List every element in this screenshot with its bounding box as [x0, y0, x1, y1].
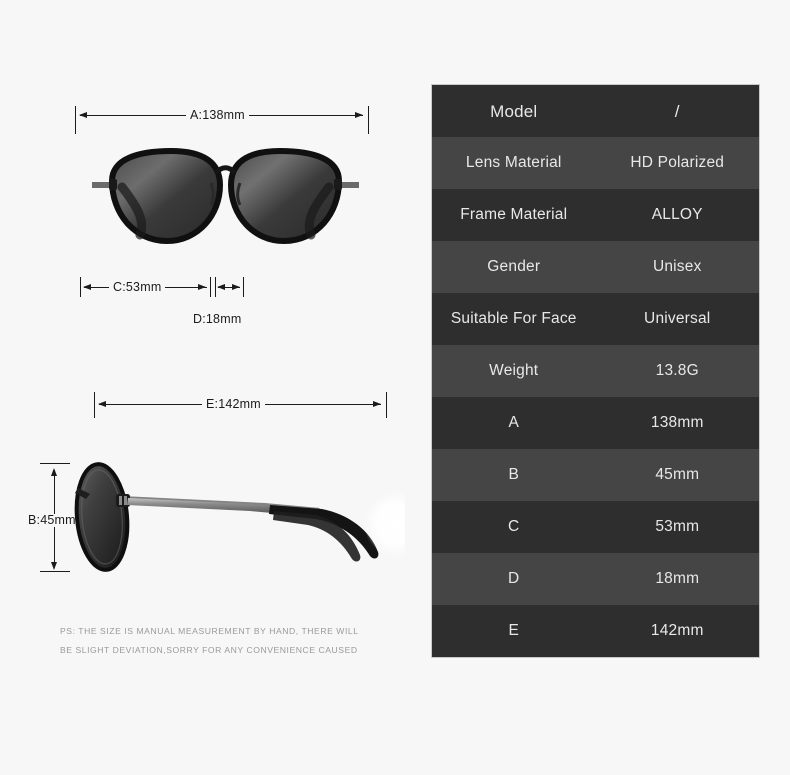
dimension-b-top-arrow-icon: [50, 468, 57, 476]
spec-value: Universal: [644, 310, 711, 328]
table-row: Lens Material HD Polarized: [432, 137, 759, 189]
spec-value: ALLOY: [651, 206, 703, 224]
dimension-c-left-arrow-icon: [83, 283, 91, 290]
dimension-a-right-arrow-icon: [355, 111, 363, 118]
dimension-e-left-tick: [94, 392, 95, 418]
dimension-e-label: E:142mm: [202, 398, 265, 411]
spec-key: Suitable For Face: [450, 310, 577, 328]
sunglasses-front-view-image: [78, 143, 373, 251]
dimension-e-left-arrow-icon: [98, 400, 106, 407]
table-row: Gender Unisex: [432, 241, 759, 293]
product-spec-page: A:138mm C:53mm D:18mm E:142mm B:45mm PS:…: [0, 0, 790, 775]
dimension-e-right-arrow-icon: [373, 400, 381, 407]
dimension-a-left-arrow-icon: [79, 111, 87, 118]
spec-key: D: [508, 570, 520, 588]
spec-key: C: [508, 518, 520, 536]
spec-value: 142mm: [650, 622, 704, 640]
table-row: D 18mm: [432, 553, 759, 605]
dimension-a-label: A:138mm: [186, 109, 249, 122]
spec-key: Weight: [489, 362, 539, 380]
dimension-c-left-tick: [80, 277, 81, 297]
spec-key: E: [508, 622, 520, 640]
table-row: A 138mm: [432, 397, 759, 449]
spec-value: /: [674, 101, 680, 121]
dimension-d-left-arrow-icon: [217, 283, 225, 290]
spec-value: 138mm: [650, 414, 704, 432]
spec-key: Frame Material: [460, 206, 568, 224]
table-row: C 53mm: [432, 501, 759, 553]
table-row: Frame Material ALLOY: [432, 189, 759, 241]
spec-key: B: [508, 466, 520, 484]
spec-value: 53mm: [655, 518, 700, 536]
spec-value: 45mm: [655, 466, 700, 484]
table-row: B 45mm: [432, 449, 759, 501]
spec-value: 18mm: [655, 570, 700, 588]
measurement-diagram-panel: A:138mm C:53mm D:18mm E:142mm B:45mm PS:…: [0, 0, 430, 775]
sunglasses-side-view-image: [60, 452, 430, 582]
spec-value: 13.8G: [655, 362, 699, 380]
dimension-c-label: C:53mm: [109, 281, 166, 294]
dimension-d-label: D:18mm: [189, 313, 246, 326]
spec-key: A: [508, 414, 520, 432]
spec-key: Gender: [487, 258, 541, 276]
dimension-d-left-tick: [215, 277, 216, 297]
spec-value: HD Polarized: [630, 154, 725, 172]
dimension-d-right-arrow-icon: [232, 283, 240, 290]
note-line-1: PS: THE SIZE IS MANUAL MEASUREMENT BY HA…: [60, 626, 359, 636]
dimension-c-right-tick: [210, 277, 211, 297]
dimension-a-right-tick: [368, 106, 369, 134]
dimension-d-right-tick: [243, 277, 244, 297]
spec-key: Lens Material: [465, 154, 562, 172]
table-row: Weight 13.8G: [432, 345, 759, 397]
table-row: Model /: [432, 85, 759, 137]
dimension-c-right-arrow-icon: [198, 283, 206, 290]
dimension-e-right-tick: [386, 392, 387, 418]
spec-value: Unisex: [652, 258, 702, 276]
table-row: E 142mm: [432, 605, 759, 657]
note-line-2: BE SLIGHT DEVIATION,SORRY FOR ANY CONVEN…: [60, 645, 358, 655]
spec-key: Model: [490, 101, 538, 121]
dimension-b-bottom-arrow-icon: [50, 562, 57, 570]
measurement-disclaimer-note: PS: THE SIZE IS MANUAL MEASUREMENT BY HA…: [60, 622, 400, 660]
table-row: Suitable For Face Universal: [432, 293, 759, 345]
dimension-a-left-tick: [75, 106, 76, 134]
specification-table: Model / Lens Material HD Polarized Frame…: [431, 84, 760, 658]
